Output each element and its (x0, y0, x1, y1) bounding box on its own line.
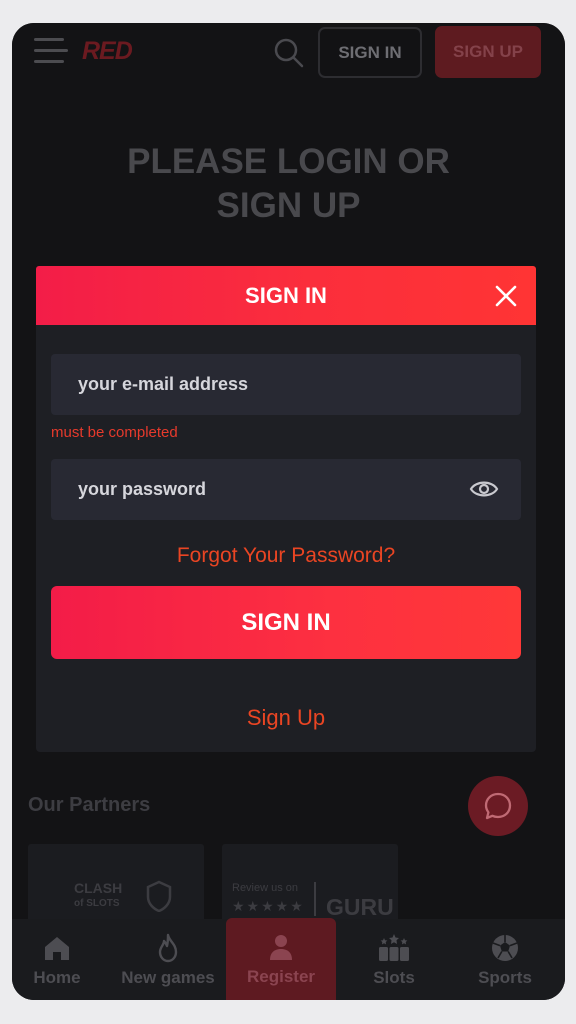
modal-title: SIGN IN (245, 282, 327, 308)
password-field[interactable] (51, 459, 521, 520)
header-signin-button[interactable]: SIGN IN (318, 27, 422, 78)
shield-icon (146, 880, 172, 912)
password-field-container (51, 459, 521, 520)
chat-button[interactable] (468, 776, 528, 836)
user-icon (268, 931, 294, 963)
phone-frame: RED SIGN IN SIGN UP PLEASE LOGIN OR SIGN… (12, 23, 565, 1000)
nav-home[interactable]: Home (20, 919, 94, 1000)
email-error-message: must be completed (51, 424, 178, 441)
header-signup-button[interactable]: SIGN UP (435, 26, 541, 78)
nav-new-games[interactable]: New games (112, 919, 224, 1000)
nav-slots[interactable]: Slots (350, 919, 438, 1000)
nav-register-label: Register (246, 967, 316, 986)
email-field[interactable] (51, 354, 521, 415)
top-header: RED SIGN IN SIGN UP (12, 23, 565, 83)
nav-sports-label: Sports (478, 967, 532, 987)
forgot-password-link[interactable]: Forgot Your Password? (36, 544, 536, 568)
close-icon[interactable] (494, 284, 518, 313)
brand-logo[interactable]: RED (82, 37, 133, 66)
bottom-nav: Home New games Register Slots Sports (12, 918, 565, 1000)
flame-icon (156, 932, 180, 964)
nav-register[interactable]: Register (226, 918, 336, 1000)
partner-logo-text: CLASH of SLOTS (74, 880, 123, 910)
search-icon[interactable] (273, 37, 305, 74)
email-field-container (51, 354, 521, 415)
soccer-ball-icon (490, 932, 520, 964)
partner-divider (314, 882, 316, 916)
partner-review-text: Review us on (232, 882, 299, 894)
nav-new-games-label: New games (121, 967, 215, 987)
partner-line2: of SLOTS (74, 898, 120, 909)
partner-clash-of-slots[interactable]: CLASH of SLOTS (28, 844, 204, 924)
chat-bubble-icon (484, 792, 512, 820)
slots-icon (377, 932, 411, 964)
partner-line1: CLASH (74, 880, 123, 896)
signup-link[interactable]: Sign Up (36, 705, 536, 731)
nav-home-label: Home (33, 967, 81, 987)
signin-submit-button[interactable]: SIGN IN (51, 586, 521, 659)
modal-header: SIGN IN (36, 266, 536, 325)
partners-title: Our Partners (28, 794, 151, 816)
modal-body: must be completed Forgot Your Password? … (36, 325, 536, 752)
partner-rating-stars: ★★★★★ (232, 898, 305, 914)
page-background: RED SIGN IN SIGN UP PLEASE LOGIN OR SIGN… (12, 23, 565, 1000)
nav-sports[interactable]: Sports (460, 919, 550, 1000)
partner-casino-guru[interactable]: Review us on ★★★★★ GURU (222, 844, 398, 924)
home-icon (42, 932, 72, 964)
partner-brand: GURU (326, 894, 394, 920)
eye-icon[interactable] (469, 478, 499, 505)
menu-icon[interactable] (34, 33, 68, 67)
page-title: PLEASE LOGIN OR SIGN UP (127, 142, 450, 225)
nav-slots-label: Slots (373, 967, 415, 987)
signin-modal: SIGN IN must be completed (36, 266, 536, 752)
